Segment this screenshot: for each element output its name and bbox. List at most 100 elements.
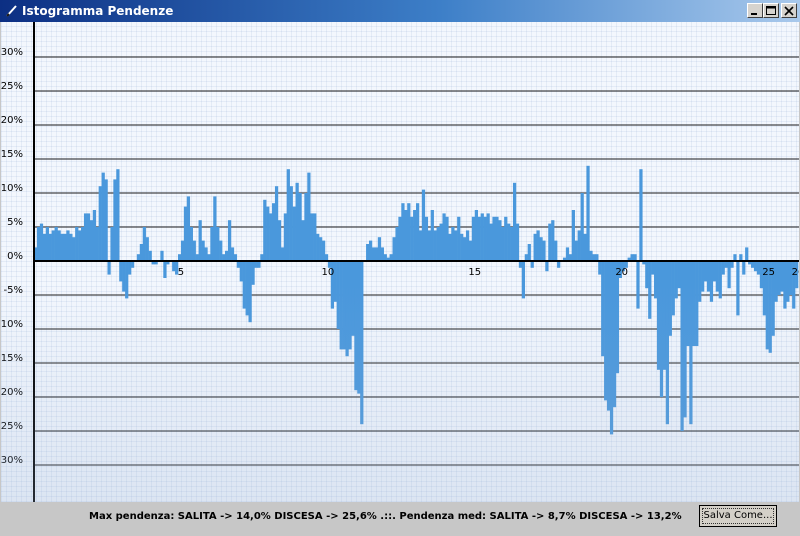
bar: [392, 237, 396, 261]
bar: [460, 233, 464, 261]
bar: [101, 172, 105, 261]
y-tick-label: -30%: [1, 455, 23, 466]
bar: [512, 182, 517, 261]
bar: [592, 254, 596, 261]
bar: [504, 216, 508, 261]
bar: [595, 254, 599, 261]
bar: [601, 261, 605, 357]
bar: [98, 186, 102, 261]
bar: [413, 210, 417, 261]
y-tick-label: -5%: [4, 285, 23, 296]
bar: [480, 213, 484, 261]
bar: [483, 216, 487, 261]
bar: [636, 261, 640, 309]
slope-summary: Max pendenza: SALITA -> 14,0% DISCESA ->…: [89, 511, 682, 522]
bar: [304, 193, 308, 261]
bar: [295, 182, 299, 261]
bar: [266, 206, 270, 261]
bar: [72, 237, 76, 261]
bar: [69, 233, 73, 261]
bar: [136, 254, 141, 261]
close-button[interactable]: [781, 3, 797, 18]
bar: [718, 261, 722, 299]
minimize-icon: [751, 13, 757, 15]
bar: [536, 230, 540, 261]
bar: [486, 213, 490, 261]
bar: [662, 261, 667, 370]
bar: [753, 261, 758, 272]
bar: [698, 261, 702, 302]
bar: [92, 210, 97, 261]
bar: [39, 223, 44, 261]
y-tick-label: 25%: [1, 81, 23, 92]
bar: [78, 230, 82, 261]
bar: [63, 233, 67, 261]
bar: [680, 261, 684, 431]
bar: [633, 254, 637, 261]
bar: [521, 261, 526, 299]
bar: [160, 250, 164, 261]
bar: [321, 240, 326, 261]
bar: [742, 261, 746, 275]
bar: [357, 261, 361, 394]
bar: [416, 203, 420, 261]
bar: [489, 223, 493, 261]
bar: [395, 227, 399, 261]
bar: [701, 261, 705, 292]
bar: [730, 261, 734, 268]
bar: [709, 261, 714, 302]
bar: [706, 261, 711, 292]
bar: [125, 261, 129, 299]
bar: [189, 227, 193, 261]
bar: [236, 261, 240, 268]
bar: [454, 230, 458, 261]
bar: [583, 233, 587, 261]
bar: [777, 261, 781, 295]
bar: [692, 261, 696, 346]
bar: [498, 220, 502, 261]
bar: [280, 247, 285, 261]
bar: [565, 247, 570, 261]
bar: [163, 261, 167, 278]
maximize-button[interactable]: [763, 3, 779, 18]
y-tick-label: -25%: [1, 421, 23, 432]
bar: [198, 220, 202, 261]
save-as-button[interactable]: Salva Come...: [699, 505, 777, 527]
bar: [598, 261, 602, 275]
bar: [577, 230, 581, 261]
bar: [95, 227, 99, 261]
bar: [410, 216, 414, 261]
bar: [507, 223, 511, 261]
bar: [177, 254, 182, 261]
bar: [139, 244, 144, 261]
bar: [216, 227, 220, 261]
bar: [54, 227, 58, 261]
bars: [34, 165, 799, 435]
bar: [83, 213, 88, 261]
bar: [116, 169, 120, 261]
bar: [639, 169, 643, 261]
bar: [207, 254, 211, 261]
bar: [518, 261, 523, 268]
bar: [351, 261, 355, 336]
bar: [727, 261, 731, 289]
bar: [345, 261, 349, 357]
bar: [383, 254, 387, 261]
bar: [210, 227, 214, 261]
bar: [307, 172, 311, 261]
bar: [501, 227, 505, 261]
bar: [607, 261, 611, 411]
bar: [316, 233, 320, 261]
bar: [219, 240, 223, 261]
y-axis-labels: 30% 25% 20% 15% 10% 5% 0% -5% -10% -15% -20% -25% -3…: [1, 47, 23, 466]
bar: [421, 189, 426, 261]
bar: [677, 261, 681, 289]
title-bar[interactable]: Istogramma Pendenze: [0, 0, 800, 22]
y-tick-label: -15%: [1, 353, 23, 364]
window-title: Istogramma Pendenze: [22, 4, 174, 18]
pencil-icon: [6, 5, 17, 17]
bar: [524, 254, 528, 261]
bar: [51, 230, 55, 261]
minimize-button[interactable]: [747, 3, 763, 18]
bar: [712, 261, 717, 282]
